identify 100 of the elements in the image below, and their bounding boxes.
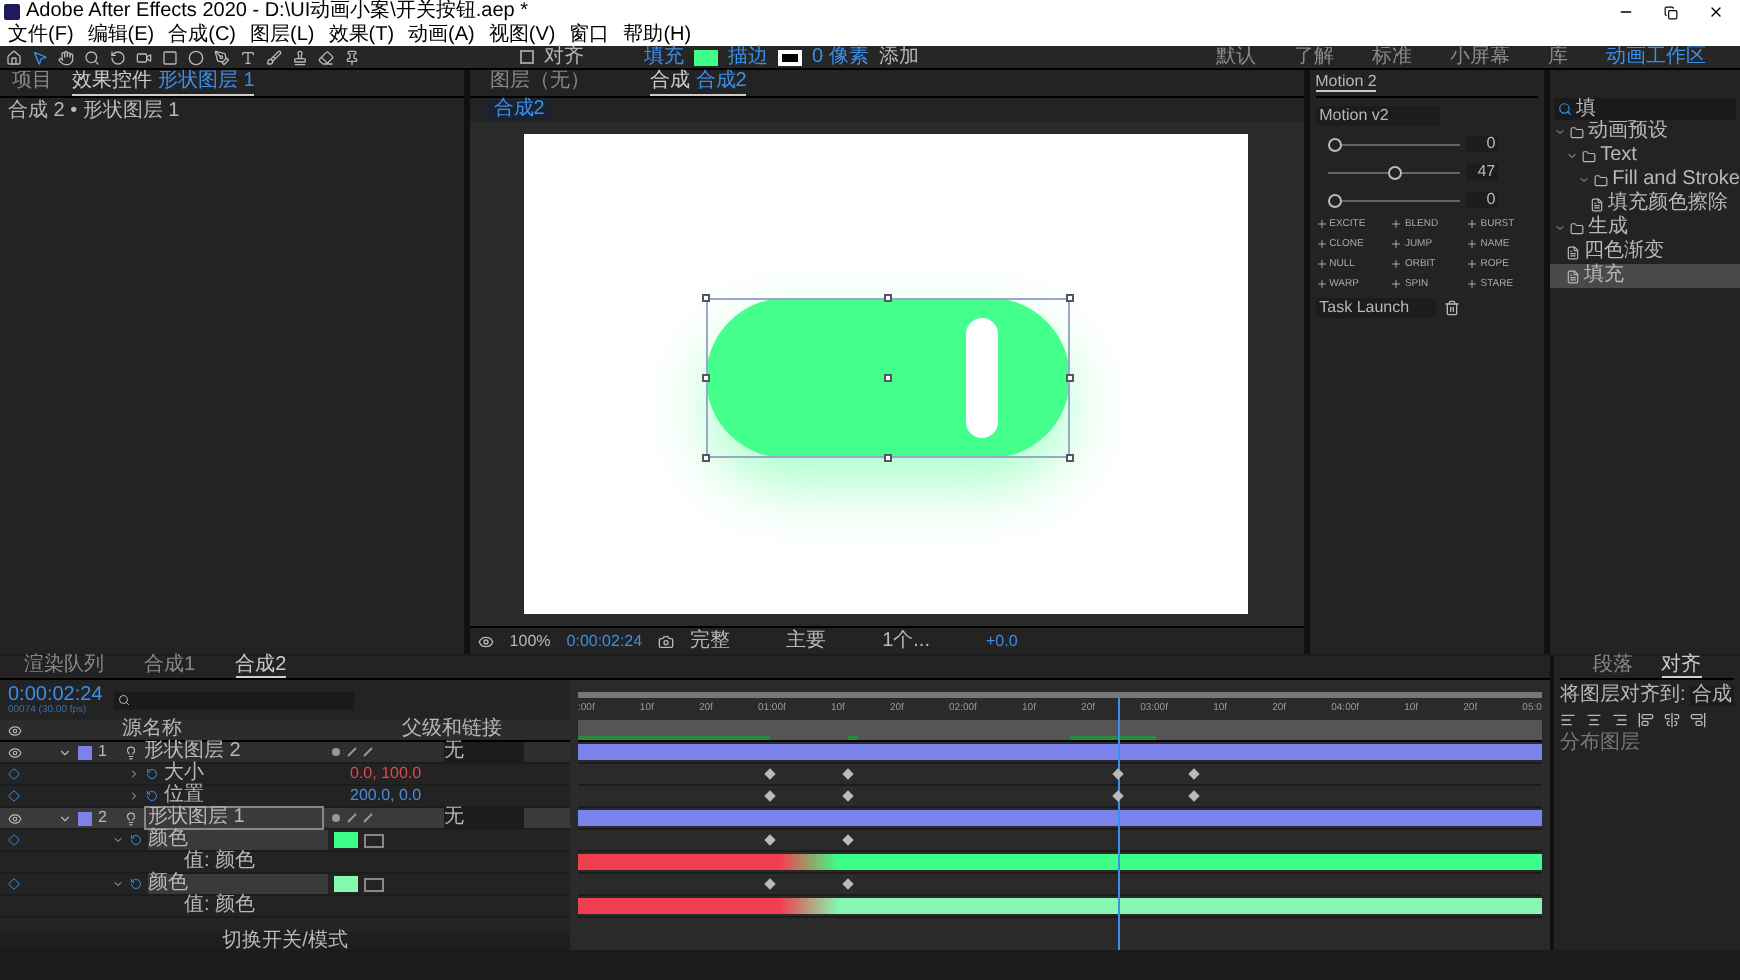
snapshot-icon[interactable] — [658, 633, 675, 649]
timeline-tab[interactable]: 合成1 — [144, 656, 196, 678]
fill-label[interactable]: 填充 — [644, 47, 684, 67]
timeline-tab[interactable]: 合成2 — [235, 656, 287, 678]
panel-tab[interactable]: 项目 — [12, 70, 52, 96]
keyframe-icon[interactable] — [842, 878, 854, 890]
color-swatch[interactable] — [334, 876, 358, 892]
resolution-dropdown[interactable]: 完整 — [690, 631, 731, 651]
workspace-tab[interactable]: 了解 — [1294, 47, 1334, 67]
zoom-icon[interactable] — [84, 49, 100, 65]
eraser-icon[interactable] — [318, 49, 334, 65]
color-swatch[interactable] — [334, 832, 358, 848]
caret-icon[interactable] — [112, 834, 124, 846]
slider-value[interactable]: 47 — [1465, 164, 1498, 180]
menu-item[interactable]: 效果(T) — [328, 25, 395, 45]
add-label[interactable]: 添加 — [878, 47, 919, 67]
visibility-icon[interactable] — [8, 811, 22, 825]
workspace-tab[interactable]: 库 — [1548, 47, 1568, 67]
views-dropdown[interactable]: 1个... — [882, 631, 930, 651]
caret-icon[interactable] — [128, 768, 140, 780]
menu-item[interactable]: 图层(L) — [250, 25, 315, 45]
menu-item[interactable]: 窗口 — [569, 25, 610, 45]
property-value[interactable]: 200.0, 0.0 — [350, 788, 422, 804]
panel-tab[interactable]: Motion 2 — [1315, 74, 1377, 92]
menu-item[interactable]: 视图(V) — [488, 25, 556, 45]
align-to-dropdown[interactable]: 合成 — [1689, 686, 1734, 706]
composition-tab[interactable]: 合成2 — [485, 100, 553, 120]
view-dropdown[interactable]: 主要 — [786, 631, 827, 651]
align-icon[interactable] — [1690, 712, 1706, 728]
stroke-swatch[interactable] — [778, 49, 802, 65]
close-icon[interactable] — [1708, 4, 1724, 20]
menu-item[interactable]: 编辑(E) — [87, 25, 155, 45]
type-icon[interactable] — [240, 49, 256, 65]
workspace-tab[interactable]: 标准 — [1372, 47, 1412, 67]
preview-icon[interactable] — [477, 633, 494, 649]
align-icon[interactable] — [1612, 712, 1628, 728]
tree-item[interactable]: 动画预设 — [1550, 120, 1740, 144]
tree-item[interactable]: 填充 — [1550, 264, 1740, 288]
caret-icon[interactable] — [128, 790, 140, 802]
menu-item[interactable]: 动画(A) — [408, 25, 475, 45]
timeline-tab[interactable]: 渲染队列 — [24, 656, 104, 678]
rotate-icon[interactable] — [110, 49, 126, 65]
fill-swatch[interactable] — [694, 49, 718, 65]
slider-thumb[interactable] — [1327, 137, 1342, 151]
caret-icon[interactable] — [58, 811, 72, 825]
layer-row[interactable]: 1 形状图层 2 无 — [0, 742, 570, 764]
align-icon[interactable] — [1638, 712, 1654, 728]
ellipse-icon[interactable] — [188, 49, 204, 65]
keyframe-icon[interactable] — [765, 834, 777, 846]
tree-item[interactable]: Fill and Stroke — [1550, 168, 1740, 192]
camera-icon[interactable] — [136, 49, 152, 65]
panel-tab[interactable]: 效果控件 形状图层 1 — [72, 70, 255, 96]
panel-tab[interactable]: 对齐 — [1661, 656, 1701, 678]
panel-tab[interactable]: 段落 — [1593, 656, 1633, 678]
workspace-tab[interactable]: 默认 — [1216, 47, 1256, 67]
hand-icon[interactable] — [58, 49, 74, 65]
selected-toggle-switch-drawing[interactable] — [702, 294, 1075, 462]
menu-item[interactable]: 合成(C) — [168, 25, 237, 45]
panel-tab[interactable]: 图层（无） — [489, 70, 590, 96]
caret-icon[interactable] — [58, 745, 72, 759]
align-icon[interactable] — [1664, 712, 1680, 728]
search-field[interactable]: 填 — [1554, 98, 1736, 120]
current-time[interactable]: 0:00:02:24 — [566, 633, 643, 649]
tree-item[interactable]: Text — [1550, 144, 1740, 168]
stamp-icon[interactable] — [292, 49, 308, 65]
zoom-dropdown[interactable]: 100% — [509, 633, 551, 649]
keyframe-icon[interactable] — [842, 834, 854, 846]
parent-dropdown[interactable]: 无 — [444, 742, 524, 762]
slider-value[interactable]: 0 — [1465, 192, 1498, 208]
slider-thumb[interactable] — [1327, 193, 1342, 207]
task-dropdown[interactable]: Task Launch — [1315, 298, 1436, 318]
menu-item[interactable]: 帮助(H) — [623, 25, 692, 45]
keyframe-icon[interactable] — [765, 878, 777, 890]
keyframe-nav-icon[interactable] — [8, 834, 20, 846]
workspace-tab[interactable]: 动画工作区 — [1606, 47, 1706, 67]
tree-item[interactable]: 四色渐变 — [1550, 240, 1740, 264]
restore-icon[interactable] — [1664, 5, 1678, 19]
tree-item[interactable]: 生成 — [1550, 216, 1740, 240]
align-icon[interactable] — [1560, 712, 1576, 728]
exposure-value[interactable]: +0.0 — [985, 633, 1018, 649]
checkbox[interactable] — [520, 50, 534, 64]
menu-item[interactable]: 文件(F) — [8, 25, 74, 45]
parent-dropdown[interactable]: 无 — [444, 808, 524, 828]
current-time[interactable]: 0:00:02:24 — [8, 685, 103, 705]
keyframe-nav-icon[interactable] — [8, 878, 20, 890]
panel-tab[interactable]: 合成 合成2 — [649, 70, 747, 96]
search-field[interactable] — [114, 691, 355, 709]
visibility-icon[interactable] — [8, 745, 22, 759]
stroke-label[interactable]: 描边 — [728, 47, 768, 67]
pin-icon[interactable] — [344, 49, 360, 65]
work-area-bar[interactable] — [578, 720, 1542, 742]
tree-item[interactable]: 填充颜色擦除 — [1550, 192, 1740, 216]
preset-dropdown[interactable]: Motion v2 — [1315, 106, 1440, 126]
workspace-tab[interactable]: 小屏幕 — [1450, 47, 1510, 67]
pointer-icon[interactable] — [32, 49, 48, 65]
pen-icon[interactable] — [214, 49, 230, 65]
align-icon[interactable] — [1586, 712, 1602, 728]
delete-icon[interactable] — [1443, 300, 1460, 316]
label-color[interactable] — [78, 811, 92, 825]
layer-row[interactable]: 2 形状图层 1 无 — [0, 808, 570, 830]
